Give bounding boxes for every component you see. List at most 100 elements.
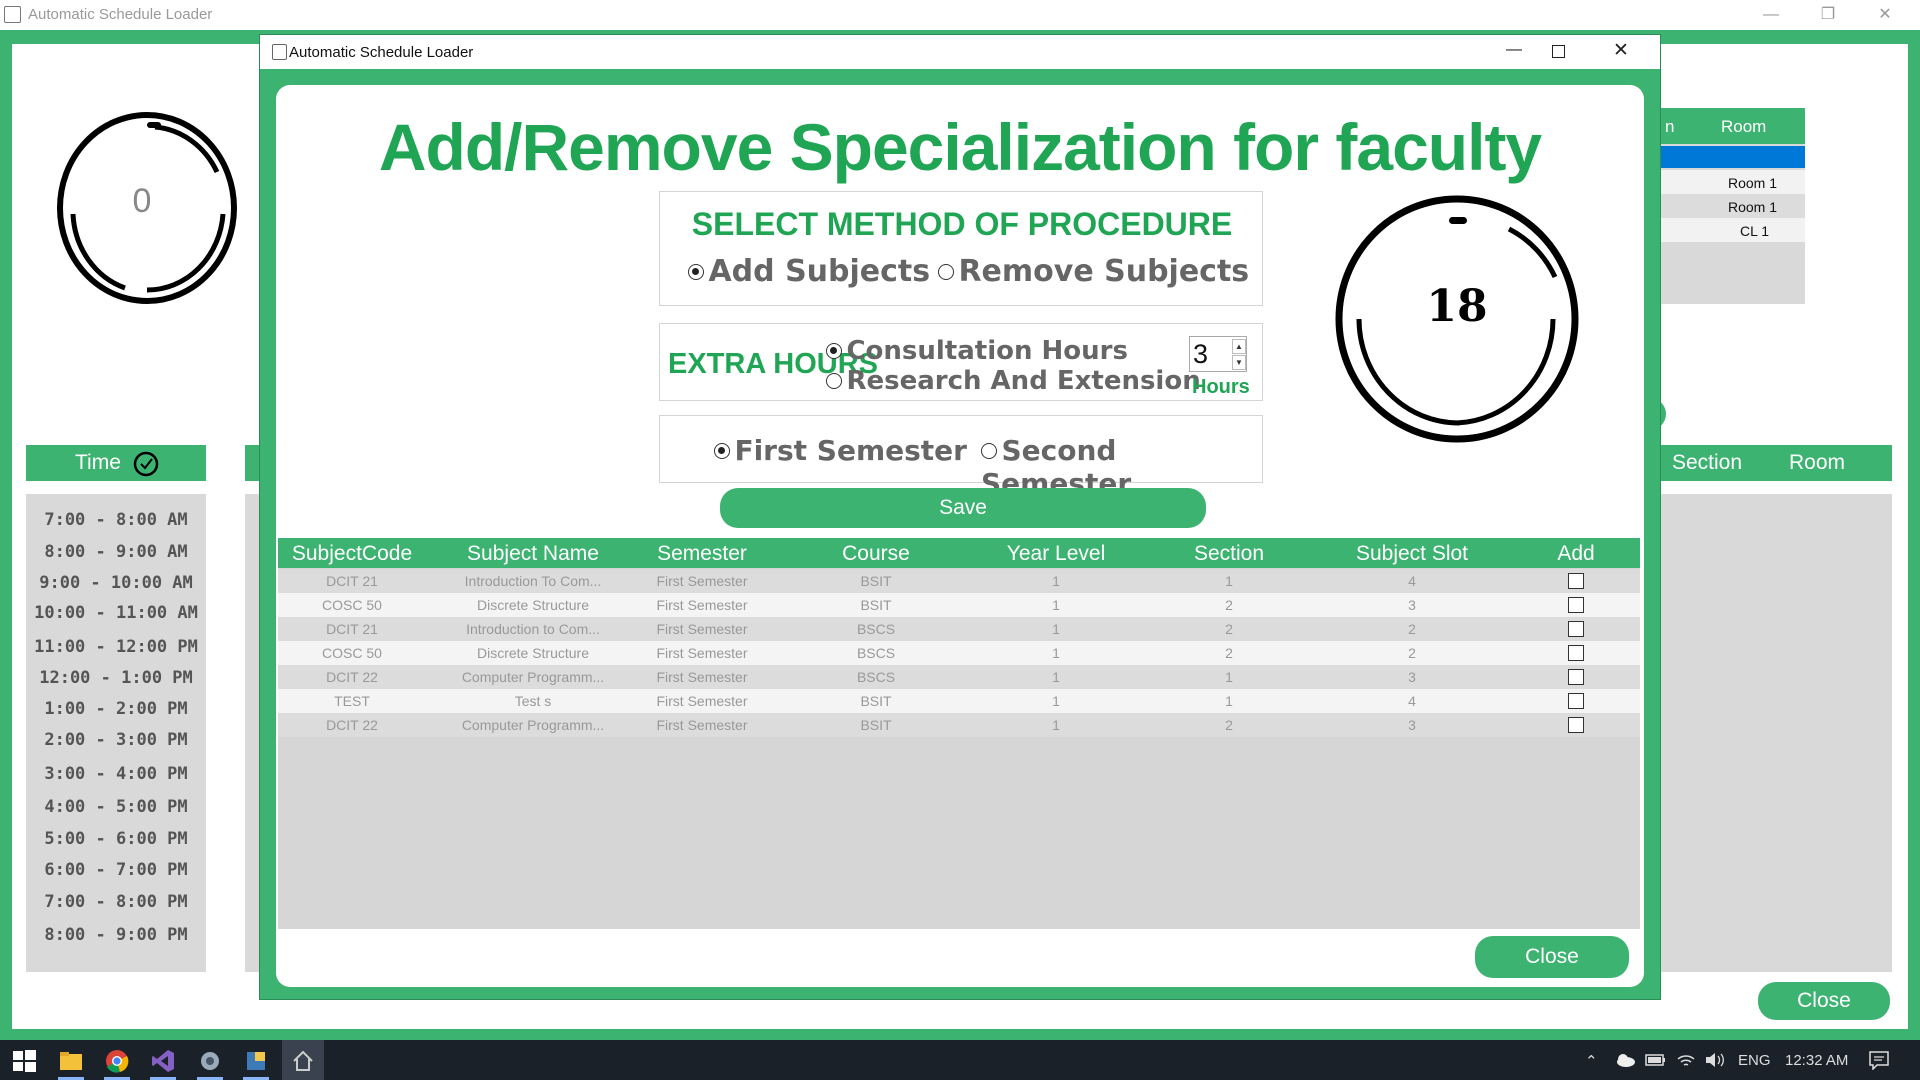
column-header: Subject Name: [467, 542, 599, 565]
background-window-titlebar: Automatic Schedule Loader — ❐ ✕: [0, 0, 1920, 30]
table-row[interactable]: TEST Test s First Semester BSIT 1 1 4: [278, 689, 1640, 713]
subjects-table-header: SubjectCode Subject Name Semester Course…: [278, 538, 1640, 568]
save-button[interactable]: Save: [720, 488, 1206, 528]
system-clock[interactable]: 12:32 AM: [1785, 1052, 1848, 1069]
time-slot: 3:00 - 4:00 PM: [44, 764, 188, 784]
table-cell: BSCS: [856, 645, 896, 661]
subjects-table: SubjectCode Subject Name Semester Course…: [278, 538, 1640, 929]
table-row[interactable]: DCIT 22 Computer Programm... First Semeste…: [278, 665, 1640, 689]
close-icon[interactable]: ✕: [1606, 39, 1636, 63]
chevron-up-icon[interactable]: ⌃: [1585, 1052, 1598, 1070]
column-header: Add: [1557, 542, 1595, 565]
time-slot: 12:00 - 1:00 PM: [39, 668, 193, 688]
background-window-title: Automatic Schedule Loader: [28, 6, 213, 23]
add-checkbox[interactable]: [1568, 717, 1584, 733]
windows-start-icon[interactable]: [11, 1048, 37, 1074]
dialog-close-button[interactable]: Close: [1475, 936, 1629, 978]
column-header: Year Level: [1006, 542, 1106, 565]
table-cell: BSIT: [860, 573, 892, 589]
schedule-table-header: Section Room: [1660, 445, 1892, 481]
background-close-button[interactable]: Close: [1758, 982, 1890, 1020]
time-slot: 11:00 - 12:00 PM: [34, 637, 198, 657]
table-cell: 3: [1408, 669, 1416, 685]
first-semester-radio[interactable]: First Semester: [714, 434, 967, 467]
app-icon[interactable]: [197, 1048, 223, 1074]
table-cell: 2: [1408, 645, 1416, 661]
specialization-dialog: Automatic Schedule Loader — ✕ Add/Remove…: [259, 34, 1661, 1000]
visual-studio-icon[interactable]: [150, 1048, 176, 1074]
table-cell: Test s: [514, 693, 552, 709]
volume-icon[interactable]: [1704, 1051, 1726, 1069]
table-row[interactable]: Room 1: [1660, 170, 1805, 194]
method-panel: SELECT METHOD OF PROCEDURE Add Subjects …: [659, 191, 1263, 306]
table-cell: 1: [1225, 693, 1233, 709]
onedrive-icon[interactable]: [1614, 1052, 1636, 1068]
table-cell: BSIT: [860, 597, 892, 613]
add-subjects-radio[interactable]: Add Subjects: [688, 254, 930, 289]
table-cell: DCIT 21: [326, 573, 378, 589]
method-panel-title: SELECT METHOD OF PROCEDURE: [691, 206, 1233, 242]
table-cell: BSCS: [856, 669, 896, 685]
subject-counter-value: 18: [1426, 281, 1488, 332]
remove-subjects-radio[interactable]: Remove Subjects: [938, 254, 1249, 289]
add-checkbox[interactable]: [1568, 597, 1584, 613]
second-semester-radio[interactable]: Second Semester: [981, 434, 1262, 500]
add-checkbox[interactable]: [1568, 669, 1584, 685]
table-row[interactable]: COSC 50 Discrete Structure First Semester B…: [278, 593, 1640, 617]
stepper-down-icon[interactable]: ▼: [1232, 355, 1246, 370]
table-cell: 3: [1408, 717, 1416, 733]
table-cell: 2: [1408, 621, 1416, 637]
radio-selected-icon[interactable]: [714, 442, 730, 459]
file-explorer-icon[interactable]: [58, 1048, 84, 1074]
minimize-icon[interactable]: —: [1748, 4, 1794, 26]
home-icon[interactable]: [290, 1048, 316, 1074]
table-row[interactable]: DCIT 22 Computer Programm... First Semeste…: [278, 713, 1640, 737]
battery-icon[interactable]: [1645, 1053, 1667, 1067]
input-language[interactable]: ENG: [1738, 1052, 1771, 1069]
add-checkbox[interactable]: [1568, 645, 1584, 661]
radio-selected-icon[interactable]: [688, 263, 704, 280]
table-cell: 1: [1052, 645, 1060, 661]
wifi-icon[interactable]: [1676, 1051, 1696, 1069]
background-panel-fragment: [245, 494, 259, 972]
table-cell: First Semester: [656, 573, 748, 589]
time-slot: 2:00 - 3:00 PM: [44, 730, 188, 750]
column-header: SubjectCode: [291, 542, 413, 565]
python-icon[interactable]: [243, 1048, 269, 1074]
radio-selected-icon[interactable]: [826, 343, 842, 359]
radio-unselected-icon[interactable]: [826, 373, 842, 389]
notification-icon[interactable]: [1868, 1050, 1890, 1070]
stepper-up-icon[interactable]: ▲: [1232, 339, 1246, 354]
consultation-hours-radio[interactable]: Consultation Hours: [826, 336, 1128, 366]
table-row[interactable]: Room 1: [1660, 194, 1805, 218]
close-icon[interactable]: ✕: [1862, 4, 1908, 26]
minimize-icon[interactable]: —: [1494, 41, 1534, 63]
room-cell: CL 1: [1740, 223, 1770, 239]
time-slot: 8:00 - 9:00 PM: [44, 925, 188, 945]
semester-panel: First Semester Second Semester: [659, 415, 1263, 500]
radio-unselected-icon[interactable]: [981, 442, 997, 459]
restore-icon[interactable]: ❐: [1805, 4, 1851, 26]
table-row[interactable]: DCIT 21 Introduction To Com... First Semes…: [278, 569, 1640, 593]
clock-icon: [133, 451, 159, 477]
table-cell: COSC 50: [322, 597, 382, 613]
time-slot: 6:00 - 7:00 PM: [44, 860, 188, 880]
add-checkbox[interactable]: [1568, 621, 1584, 637]
research-extension-radio[interactable]: Research And Extension: [826, 366, 1201, 396]
add-checkbox[interactable]: [1568, 693, 1584, 709]
table-cell: DCIT 21: [326, 621, 378, 637]
radio-unselected-icon[interactable]: [938, 263, 954, 280]
add-checkbox[interactable]: [1568, 573, 1584, 589]
hours-stepper[interactable]: 3 ▲ ▼: [1189, 336, 1247, 372]
table-row[interactable]: DCIT 21 Introduction to Com... First Semes…: [278, 617, 1640, 641]
chrome-icon[interactable]: [104, 1048, 130, 1074]
time-slot: 5:00 - 6:00 PM: [44, 829, 188, 849]
room-table-selected-row[interactable]: [1660, 146, 1805, 168]
table-cell: BSIT: [860, 693, 892, 709]
table-cell: 3: [1408, 597, 1416, 613]
table-row[interactable]: CL 1: [1660, 218, 1805, 242]
table-cell: 4: [1408, 693, 1416, 709]
active-taskbar-slot[interactable]: [282, 1040, 324, 1080]
table-row[interactable]: COSC 50 Discrete Structure First Semester B…: [278, 641, 1640, 665]
maximize-icon[interactable]: [1552, 45, 1565, 58]
